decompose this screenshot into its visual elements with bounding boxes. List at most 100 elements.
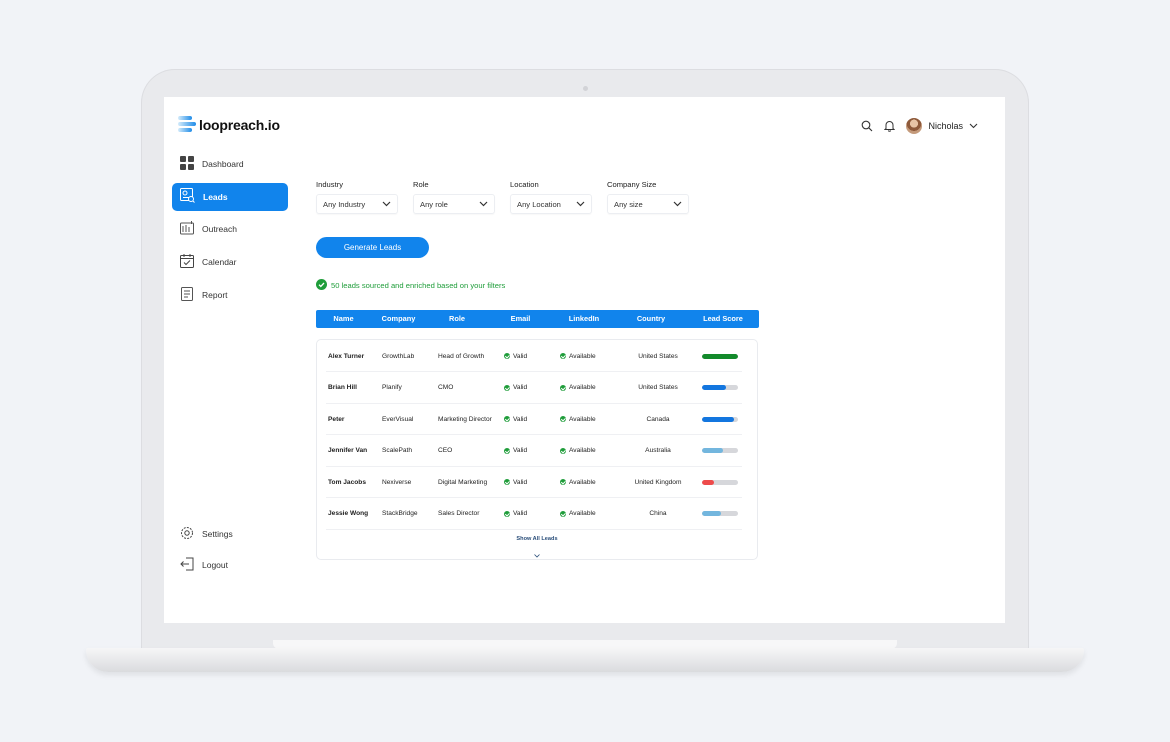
sidebar-item-label: Report: [202, 289, 228, 300]
lead-role: Digital Marketing: [438, 478, 488, 486]
lead-linkedin-status: Available: [560, 466, 596, 498]
check-circle-icon: [504, 479, 510, 485]
table-row[interactable]: Jessie Wong StackBridge Sales Director Vali…: [326, 498, 742, 530]
lead-email-status: Valid: [504, 340, 527, 372]
sidebar-nav: Dashboard Leads Outreach Calendar Report: [172, 150, 288, 313]
lead-name: Brian Hill: [328, 384, 357, 391]
bell-icon[interactable]: [884, 120, 896, 132]
lead-role: CEO: [438, 447, 453, 454]
sidebar-item-logout[interactable]: Logout: [172, 551, 288, 579]
sidebar-item-outreach[interactable]: Outreach: [172, 215, 288, 243]
lead-role: Marketing Director: [438, 415, 492, 423]
sidebar-item-label: Settings: [202, 529, 233, 539]
column-header-country[interactable]: Country: [615, 310, 687, 328]
table-header: Name Company Role Email LinkedIn Country…: [316, 310, 759, 328]
lead-email-status: Valid: [504, 435, 527, 467]
chevron-down-icon: [673, 200, 682, 209]
lead-score: [702, 403, 738, 435]
lead-name: Peter: [328, 415, 345, 423]
table-row[interactable]: Alex Turner GrowthLab Head of Growth Valid A…: [326, 340, 742, 372]
lead-score: [702, 466, 738, 498]
sidebar-bottom-nav: Settings Logout: [172, 520, 288, 582]
lead-company: StackBridge: [382, 510, 418, 517]
column-header-company[interactable]: Company: [371, 310, 426, 328]
table-row[interactable]: Peter EverVisual Marketing Director Valid Av…: [326, 403, 742, 435]
lead-email-status-text: Valid: [513, 447, 528, 454]
brand-name: loopreach.io: [199, 116, 280, 133]
generate-leads-button[interactable]: Generate Leads: [316, 237, 429, 258]
column-header-role[interactable]: Role: [426, 310, 488, 328]
check-circle-icon: [504, 416, 510, 422]
lead-company: ScalePath: [382, 447, 413, 454]
select-value: Any size: [614, 199, 643, 209]
lead-linkedin-status-text: Available: [569, 415, 596, 423]
table-row[interactable]: Brian Hill Planify CMO Valid Available United…: [326, 372, 742, 404]
lead-linkedin-status-text: Available: [569, 478, 596, 486]
column-header-email[interactable]: Email: [488, 310, 553, 328]
column-header-lead-score[interactable]: Lead Score: [687, 310, 759, 328]
show-all-leads-link[interactable]: Show All Leads: [317, 536, 757, 542]
lead-company: Planify: [382, 384, 402, 391]
lead-score: [702, 435, 738, 467]
location-select[interactable]: Any Location: [510, 194, 592, 214]
check-circle-icon: [504, 353, 510, 359]
laptop-camera: [583, 86, 588, 91]
search-icon[interactable]: [861, 120, 873, 132]
brand-logo[interactable]: loopreach.io: [178, 116, 280, 133]
user-menu[interactable]: Nicholas: [906, 118, 978, 134]
column-header-name[interactable]: Name: [316, 310, 371, 328]
outreach-icon: [180, 221, 194, 237]
lead-score: [702, 498, 738, 530]
lead-company: EverVisual: [382, 415, 414, 423]
sidebar-item-dashboard[interactable]: Dashboard: [172, 150, 288, 178]
filter-label: Location: [510, 180, 539, 189]
lead-linkedin-status: Available: [560, 403, 596, 435]
check-circle-icon: [504, 384, 510, 391]
check-circle-icon: [504, 510, 510, 517]
avatar: [906, 118, 923, 134]
lead-role: CMO: [438, 384, 454, 391]
table-row[interactable]: Jennifer Van ScalePath CEO Valid Available Au…: [326, 435, 742, 467]
chevron-down-icon: [969, 123, 978, 129]
column-header-linkedin[interactable]: LinkedIn: [553, 310, 615, 328]
user-name: Nicholas: [928, 121, 963, 131]
report-icon: [180, 286, 194, 303]
sidebar-item-calendar[interactable]: Calendar: [172, 248, 288, 276]
lead-score-bar: [702, 416, 738, 422]
role-select[interactable]: Any role: [413, 194, 495, 214]
lead-name: Tom Jacobs: [328, 478, 366, 486]
sidebar-item-report[interactable]: Report: [172, 281, 288, 309]
lead-role: Head of Growth: [438, 352, 485, 360]
logout-icon: [180, 557, 194, 573]
industry-select[interactable]: Any Industry: [316, 194, 398, 214]
lead-score: [702, 372, 738, 404]
app-screen: loopreach.io Nicholas Dashboard Leads Ou…: [164, 97, 1005, 623]
sidebar-item-label: Dashboard: [202, 159, 244, 169]
sidebar-item-label: Outreach: [202, 224, 237, 235]
lead-score-fill: [702, 385, 727, 390]
sidebar-item-leads[interactable]: Leads: [172, 182, 288, 211]
chevron-down-icon: [534, 545, 540, 563]
lead-linkedin-status-text: Available: [569, 384, 596, 391]
status-message: 50 leads sourced and enriched based on y…: [316, 279, 505, 292]
lead-email-status: Valid: [504, 403, 527, 435]
dashboard-icon: [180, 156, 194, 172]
sidebar-item-label: Logout: [202, 560, 228, 570]
lead-role: Sales Director: [438, 510, 480, 517]
table-row[interactable]: Tom Jacobs Nexiverse Digital Marketing Vali…: [326, 466, 742, 498]
leads-table: Alex Turner GrowthLab Head of Growth Valid A…: [316, 339, 758, 560]
company-size-select[interactable]: Any size: [607, 194, 689, 214]
check-circle-icon: [560, 479, 566, 485]
lead-score-bar: [702, 353, 738, 359]
lead-score-bar: [702, 511, 738, 516]
leads-icon: [180, 188, 195, 205]
sidebar-item-settings[interactable]: Settings: [172, 520, 288, 548]
lead-score-bar: [702, 448, 738, 453]
chevron-down-icon: [479, 200, 488, 209]
lead-company: Nexiverse: [382, 478, 412, 486]
gear-icon: [180, 526, 194, 542]
filter-location: Location Any Location: [510, 180, 592, 214]
check-circle-icon: [560, 447, 566, 454]
lead-country: United Kingdom: [634, 478, 682, 486]
filter-bar: Industry Any Industry Role Any role Loca…: [316, 180, 689, 214]
